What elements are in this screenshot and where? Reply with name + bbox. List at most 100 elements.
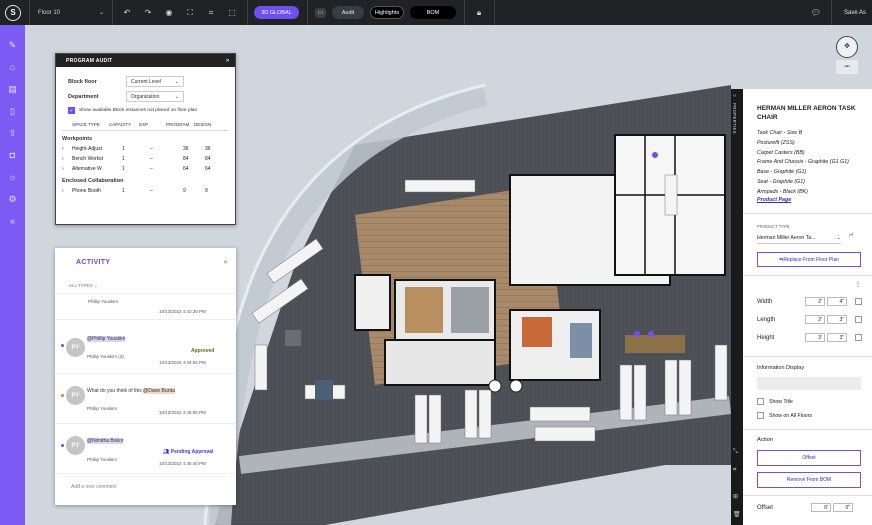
toolbar-divider — [247, 0, 248, 25]
expand-icon[interactable]: ‹› — [733, 93, 736, 99]
comment-input[interactable]: Add a new comment — [65, 476, 226, 496]
chat-icon[interactable]: ▭ — [315, 7, 326, 18]
show-title-checkbox[interactable] — [757, 398, 764, 405]
properties-tab[interactable]: ‹› PROPERTIES ⤡ ⌗ ⊞ 🗑︎ — [731, 89, 743, 525]
width-inches-input[interactable]: 4" — [827, 297, 847, 306]
mention[interactable]: @Nimitha Bokor — [87, 438, 124, 444]
length-inches-input[interactable]: 3" — [827, 315, 847, 324]
replace-from-floor-plan-button[interactable]: ⇆ Replace From Floor Plan — [757, 252, 861, 267]
audit-button[interactable]: Audit — [332, 6, 364, 19]
group-enclosed-collaboration: Enclosed Collaboration — [62, 178, 124, 184]
program-audit-panel: PROGRAM AUDIT ✕ Block floor Current Leve… — [55, 53, 236, 225]
eye-icon[interactable]: ◉ — [162, 8, 176, 17]
frame-icon[interactable]: ⌗ — [733, 467, 736, 474]
lock-length-checkbox[interactable] — [855, 316, 862, 323]
save-as-button[interactable]: Save As — [844, 10, 866, 16]
fit-view-icon[interactable]: ⛶ — [183, 8, 197, 18]
mention[interactable]: @Phillip Youskim — [87, 336, 126, 342]
selected-chair-marker[interactable] — [488, 379, 502, 393]
pin-icon[interactable] — [648, 331, 654, 337]
information-display-input[interactable] — [757, 377, 861, 390]
length-label: Length — [757, 317, 776, 323]
program-audit-title: PROGRAM AUDIT — [66, 57, 113, 64]
show-available-checkbox[interactable]: ✓ — [68, 107, 75, 114]
show-all-floors-checkbox[interactable] — [757, 412, 764, 419]
comment-icon[interactable]: 💬︎ — [809, 8, 823, 17]
rotate-handle[interactable] — [509, 379, 523, 393]
undo-icon[interactable]: ↶ — [120, 8, 134, 17]
department-select[interactable]: Organization ⌄ — [126, 91, 184, 102]
offset-label: Offset — [757, 505, 773, 511]
properties-panel: HERMAN MILLER AERON TASK CHAIR Task Chai… — [743, 89, 872, 525]
product-title: HERMAN MILLER AERON TASK CHAIR — [757, 105, 856, 121]
offset-y-input[interactable]: 0" — [833, 503, 853, 512]
trash-icon[interactable]: 🗑︎ — [733, 511, 741, 518]
status-badge: Approved — [191, 348, 215, 354]
gear-icon[interactable]: ⚙ — [7, 193, 19, 205]
lock-height-checkbox[interactable] — [855, 334, 862, 341]
offset-x-input[interactable]: 0' — [811, 503, 831, 512]
remove-from-bom-button[interactable]: Remove From BOM — [757, 472, 861, 488]
add-icon[interactable]: ⊞ — [733, 493, 738, 500]
capacity-cell: 1 — [122, 156, 125, 162]
program-cell: 84 — [183, 156, 189, 162]
highlights-label: Highlights — [374, 9, 400, 16]
expand-chevron-icon[interactable]: › — [62, 188, 72, 194]
redo-icon[interactable]: ↷ — [141, 8, 155, 17]
document-icon[interactable]: ▯ — [7, 105, 19, 117]
lock-icon[interactable]: 🔒︎ — [472, 8, 486, 18]
block-floor-value: Current Level — [131, 78, 162, 85]
exp-cell: – — [150, 188, 153, 194]
upload-icon[interactable]: ⇪ — [7, 127, 19, 139]
product-page-link[interactable]: Product Page — [757, 197, 791, 203]
space-type-cell: Alternative W — [72, 166, 102, 172]
sun-icon[interactable]: ☼ — [7, 171, 19, 183]
bom-button[interactable]: BOM — [410, 6, 456, 19]
collapse-arrows-icon[interactable]: ⤡ — [733, 449, 738, 456]
left-tool-rail: ✎ ⌂ ▤ ▯ ⇪ ◘ ☼ ⚙ « — [0, 25, 25, 525]
expand-chevron-icon[interactable]: › — [62, 166, 72, 172]
offset-button[interactable]: Offset — [757, 450, 861, 466]
pan-control[interactable]: ✥ — [836, 36, 858, 58]
close-icon[interactable]: ✕ — [223, 259, 228, 266]
design-cell: 64 — [205, 166, 211, 172]
audit-row[interactable]: › Height-Adjust 1 – 36 36 — [62, 146, 235, 152]
camera-icon[interactable]: ◘ — [7, 149, 19, 161]
activity-filter[interactable]: ALL TYPES ⌄ — [69, 283, 98, 289]
replace-label: Replace From Floor Plan — [783, 256, 839, 263]
block-floor-select[interactable]: Current Level ⌄ — [126, 76, 184, 87]
col-space-type: SPACE TYPE — [72, 122, 100, 127]
floor-selector[interactable]: Floor 10 ⌄ — [38, 9, 104, 17]
mention[interactable]: @Dane Burda — [143, 388, 175, 394]
pencil-icon[interactable]: ✎ — [7, 39, 19, 51]
audit-row[interactable]: › Bench Workst 1 – 84 84 — [62, 156, 235, 162]
expand-chevron-icon[interactable]: › — [62, 146, 72, 152]
crop-icon[interactable]: ⌗ — [204, 8, 218, 18]
select-box-icon[interactable]: ⬚ — [225, 8, 239, 17]
chair-icon[interactable]: ⌂ — [7, 61, 19, 73]
toolbar-divider — [494, 0, 495, 25]
audit-row[interactable]: › Phone Booth 1 – 9 9 — [62, 188, 235, 194]
lounge-chair — [315, 380, 333, 400]
lock-width-checkbox[interactable] — [855, 298, 862, 305]
height-inches-input[interactable]: 3" — [827, 333, 847, 342]
orbit-control[interactable]: ▫▪▫ — [836, 60, 858, 74]
highlights-button[interactable]: Highlights — [370, 6, 404, 19]
pin-icon[interactable] — [652, 152, 658, 158]
collapse-icon[interactable]: « — [7, 215, 19, 227]
product-type-select[interactable]: Herman Miller Aeron Ta... ⌄ — [757, 232, 841, 244]
show-all-floors-option[interactable]: Show on All Floors — [757, 412, 812, 419]
pin-icon[interactable] — [634, 331, 640, 337]
group-workpoints: Workpoints — [62, 136, 93, 142]
show-title-option[interactable]: Show Title — [757, 398, 793, 405]
length-feet-input[interactable]: 2' — [805, 315, 825, 324]
height-feet-input[interactable]: 3' — [805, 333, 825, 342]
chevron-down-icon: ⌄ — [98, 10, 104, 16]
view-mode-button[interactable]: 3D GLOBAL — [254, 6, 299, 19]
expand-chevron-icon[interactable]: › — [62, 156, 72, 162]
audit-row[interactable]: › Alternative W 1 – 64 64 — [62, 166, 235, 172]
width-feet-input[interactable]: 2' — [805, 297, 825, 306]
more-icon[interactable]: ⋮ — [855, 281, 861, 288]
layers-icon[interactable]: ▤ — [7, 83, 19, 95]
close-icon[interactable]: ✕ — [226, 58, 231, 64]
